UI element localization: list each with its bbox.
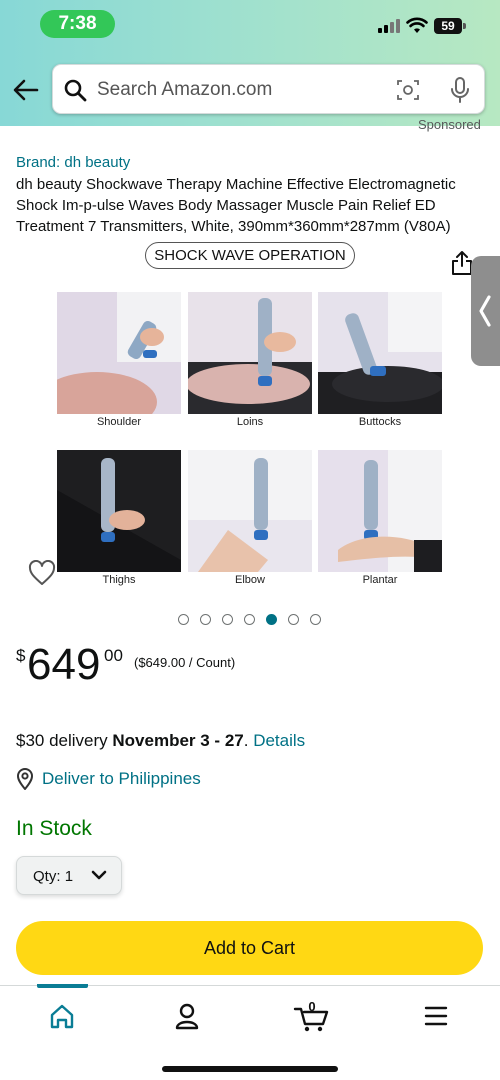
price-currency: $: [16, 646, 26, 665]
account-icon[interactable]: [162, 999, 212, 1033]
image-caption: Shoulder: [96, 416, 142, 428]
image-tile-elbow: [188, 450, 312, 572]
image-caption: Plantar: [362, 574, 398, 586]
image-tile-shoulder: [57, 292, 181, 414]
home-icon[interactable]: [37, 999, 87, 1033]
stock-status: In Stock: [16, 817, 92, 840]
carousel-dot[interactable]: [178, 614, 189, 625]
chevron-left-icon: [479, 295, 491, 327]
image-banner: SHOCK WAVE OPERATION: [145, 242, 355, 269]
carousel-dot[interactable]: [200, 614, 211, 625]
carousel-dot[interactable]: [244, 614, 255, 625]
search-input[interactable]: Search Amazon.com: [97, 79, 272, 101]
menu-icon[interactable]: [411, 999, 461, 1033]
side-panel-tab[interactable]: [471, 256, 500, 366]
carousel-dot[interactable]: [222, 614, 233, 625]
price-fraction: 00: [104, 646, 123, 665]
share-icon[interactable]: [451, 250, 473, 276]
home-indicator: [162, 1066, 338, 1072]
delivery-details-link[interactable]: Details: [253, 731, 305, 750]
image-tile-buttocks: [318, 292, 442, 414]
search-icon: [64, 79, 87, 102]
product-title: dh beauty Shockwave Therapy Machine Effe…: [16, 176, 456, 235]
chevron-down-icon: [91, 870, 107, 880]
heart-icon[interactable]: [28, 560, 56, 586]
image-caption: Elbow: [235, 574, 265, 586]
bottom-nav: 0: [0, 984, 500, 1080]
back-arrow-icon[interactable]: [12, 76, 40, 104]
delivery-info: $30 delivery November 3 - 27. Details: [16, 731, 306, 750]
quantity-selector[interactable]: Qty: 1: [16, 856, 122, 895]
wifi-icon: [406, 17, 428, 33]
active-tab-indicator: [37, 984, 88, 988]
camera-scan-icon[interactable]: [396, 78, 420, 102]
status-bar: 7:38 59: [0, 0, 500, 50]
quantity-value: 1: [64, 868, 74, 885]
image-caption: Loins: [236, 416, 264, 428]
carousel-dot[interactable]: [310, 614, 321, 625]
cart-tab[interactable]: 0: [287, 999, 337, 1033]
image-tile-plantar: [318, 450, 442, 572]
product-image[interactable]: SHOCK WAVE OPERATION Shoulder Loins Butt…: [57, 240, 442, 592]
microphone-icon[interactable]: [449, 76, 471, 104]
sponsored-label: Sponsored: [418, 117, 481, 132]
deliver-to-link[interactable]: Deliver to Philippines: [42, 769, 201, 789]
cellular-signal-icon: [378, 19, 402, 33]
location-pin-icon: [17, 768, 33, 790]
delivery-dates: November 3 - 27: [112, 731, 244, 750]
price-per-unit: ($649.00 / Count): [134, 655, 236, 670]
price-whole: 649: [27, 640, 101, 689]
brand-link[interactable]: Brand: dh beauty: [16, 154, 130, 171]
image-tile-thighs: [57, 450, 181, 572]
image-caption: Thighs: [102, 574, 136, 586]
add-to-cart-button[interactable]: Add to Cart: [16, 921, 483, 975]
carousel-dot[interactable]: [266, 614, 277, 625]
battery-tip: [463, 23, 466, 29]
carousel-dot[interactable]: [288, 614, 299, 625]
cart-count: 0: [308, 999, 316, 1014]
top-header: 7:38 59 Search Amazon.com: [0, 0, 500, 126]
quantity-label: Qty: 1: [33, 868, 74, 885]
search-bar[interactable]: Search Amazon.com: [52, 64, 485, 114]
battery-icon: 59: [434, 18, 462, 34]
status-time: 7:38: [40, 10, 115, 38]
image-caption: Buttocks: [358, 416, 402, 428]
image-tile-loins: [188, 292, 312, 414]
carousel-dots[interactable]: [178, 614, 328, 626]
